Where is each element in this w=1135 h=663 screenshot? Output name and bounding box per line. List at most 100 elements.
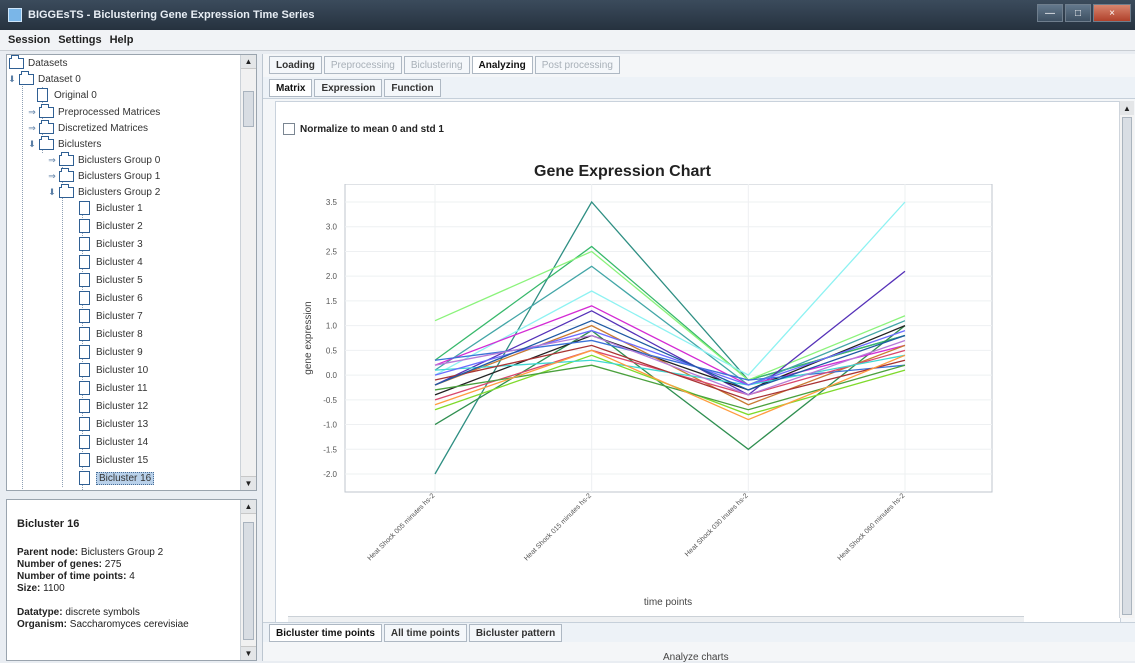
tree-bicluster-11[interactable]: Bicluster 11 [77,380,148,396]
tab-preprocessing[interactable]: Preprocessing [323,56,402,74]
checkbox-icon[interactable] [283,123,295,135]
bottom-tabs: Bicluster time points All time points Bi… [269,624,563,642]
tree-bicluster-16[interactable]: Bicluster 16 [77,470,155,486]
y-tick-label: 3.5 [326,198,338,207]
maximize-button[interactable]: □ [1065,4,1091,22]
tree-bicluster-1[interactable]: Bicluster 1 [77,200,143,216]
expanded-icon[interactable]: ⬇ [7,74,17,85]
main-tabs: Loading Preprocessing Biclustering Analy… [269,56,620,74]
x-tick-label: Heat Shock 005 minutes hs-2 [367,492,437,562]
tab-loading[interactable]: Loading [269,56,322,74]
folder-icon [59,167,74,182]
tree-discretized[interactable]: ⇒ Discretized Matrices [27,119,148,136]
tree-bicluster-6[interactable]: Bicluster 6 [77,290,143,306]
tree-group-1[interactable]: ⇒ Biclusters Group 1 [47,167,160,184]
tab-biclustering[interactable]: Biclustering [403,56,470,74]
info-timepoints: Number of time points: 4 [17,571,135,582]
folder-icon [59,151,74,166]
y-tick-label: 3.0 [326,223,338,232]
document-icon [79,273,90,287]
y-tick-label: -0.5 [323,396,337,405]
tree-dataset[interactable]: ⬇ Dataset 0 [7,70,81,87]
scroll-thumb[interactable] [243,522,254,640]
collapsed-icon[interactable]: ⇒ [47,171,57,182]
document-icon [79,291,90,305]
scroll-up-icon[interactable]: ▲ [241,500,256,514]
document-icon [79,237,90,251]
x-tick-label: Heat Shock 015 minutes hs-2 [523,492,593,562]
tree-bicluster-10[interactable]: Bicluster 10 [77,362,148,378]
scroll-thumb[interactable] [1122,117,1132,615]
y-tick-label: -2.0 [323,470,337,479]
document-icon [79,327,90,341]
document-icon [79,399,90,413]
folder-icon [19,70,34,85]
y-tick-label: -1.0 [323,421,337,430]
tree-bicluster-15[interactable]: Bicluster 15 [77,452,148,468]
collapsed-icon[interactable]: ⇒ [27,107,37,118]
tab-bicluster-pattern[interactable]: Bicluster pattern [468,624,563,642]
menu-session[interactable]: Session [8,34,50,46]
tab-analyzing[interactable]: Analyzing [471,56,533,74]
tree-group-0[interactable]: ⇒ Biclusters Group 0 [47,151,160,168]
tab-matrix[interactable]: Matrix [269,79,313,97]
tree-bicluster-14[interactable]: Bicluster 14 [77,434,148,450]
window-title: BIGGEsTS - Biclustering Gene Expression … [28,9,315,21]
collapsed-icon[interactable]: ⇒ [27,123,37,134]
tree-bicluster-13[interactable]: Bicluster 13 [77,416,148,432]
bicluster-info-panel: Bicluster 16 Parent node: Biclusters Gro… [6,499,257,661]
tree-bicluster-9[interactable]: Bicluster 9 [77,344,143,360]
expanded-icon[interactable]: ⬇ [27,139,37,150]
menu-settings[interactable]: Settings [58,34,101,46]
main-panel: Loading Preprocessing Biclustering Analy… [262,54,1135,663]
tree-root[interactable]: Datasets [7,55,67,71]
window-controls: — □ × [1037,4,1131,22]
sub-tabs: Matrix Expression Function [269,79,441,97]
info-scrollbar[interactable]: ▲ ▼ [240,500,256,660]
close-button[interactable]: × [1093,4,1131,22]
tree-bicluster-4[interactable]: Bicluster 4 [77,254,143,270]
title-bar: BIGGEsTS - Biclustering Gene Expression … [0,0,1135,30]
minimize-button[interactable]: — [1037,4,1063,22]
gene-expression-chart: 3.5 3.0 2.5 2.0 1.5 1.0 0.5 0.0 -0.5 -1.0 -1.5 -2.0… [303,184,993,608]
normalize-checkbox[interactable]: Normalize to mean 0 and std 1 [283,123,444,135]
tree-bicluster-8[interactable]: Bicluster 8 [77,326,143,342]
chart-scrollbar[interactable]: ▲ [1119,101,1134,618]
tree-original[interactable]: Original 0 [35,87,97,103]
document-icon [79,309,90,323]
tree-scrollbar[interactable]: ▲ ▼ [240,55,256,490]
tab-bicluster-time-points[interactable]: Bicluster time points [269,624,382,642]
tree-bicluster-2[interactable]: Bicluster 2 [77,218,143,234]
document-icon [79,435,90,449]
tree-bicluster-12[interactable]: Bicluster 12 [77,398,148,414]
app-icon [8,8,22,22]
tree-preprocessed[interactable]: ⇒ Preprocessed Matrices [27,103,160,120]
scroll-down-icon[interactable]: ▼ [241,646,256,660]
tree-group-2[interactable]: ⬇ Biclusters Group 2 [47,183,160,200]
scroll-up-icon[interactable]: ▲ [1120,101,1134,115]
tab-expression[interactable]: Expression [314,79,383,97]
tree-biclusters[interactable]: ⬇ Biclusters [27,135,101,152]
document-icon [79,471,90,485]
info-genes: Number of genes: 275 [17,559,122,570]
tree-bicluster-3[interactable]: Bicluster 3 [77,236,143,252]
scroll-up-icon[interactable]: ▲ [241,55,256,69]
tree-bicluster-7[interactable]: Bicluster 7 [77,308,143,324]
document-icon [79,219,90,233]
expanded-icon[interactable]: ⬇ [47,187,57,198]
folder-icon [59,183,74,198]
info-organism: Organism: Saccharomyces cerevisiae [17,619,189,630]
folder-icon [9,55,24,69]
tree-bicluster-5[interactable]: Bicluster 5 [77,272,143,288]
x-axis-ticks: Heat Shock 005 minutes hs-2 Heat Shock 01… [367,492,907,562]
collapsed-icon[interactable]: ⇒ [47,155,57,166]
tab-function[interactable]: Function [384,79,441,97]
y-tick-label: 0.5 [326,346,338,355]
scroll-thumb[interactable] [243,91,254,127]
document-icon [79,381,90,395]
tab-all-time-points[interactable]: All time points [383,624,467,642]
menu-help[interactable]: Help [110,34,134,46]
tab-post-processing[interactable]: Post processing [534,56,620,74]
scroll-down-icon[interactable]: ▼ [241,476,256,490]
document-icon [37,88,48,102]
